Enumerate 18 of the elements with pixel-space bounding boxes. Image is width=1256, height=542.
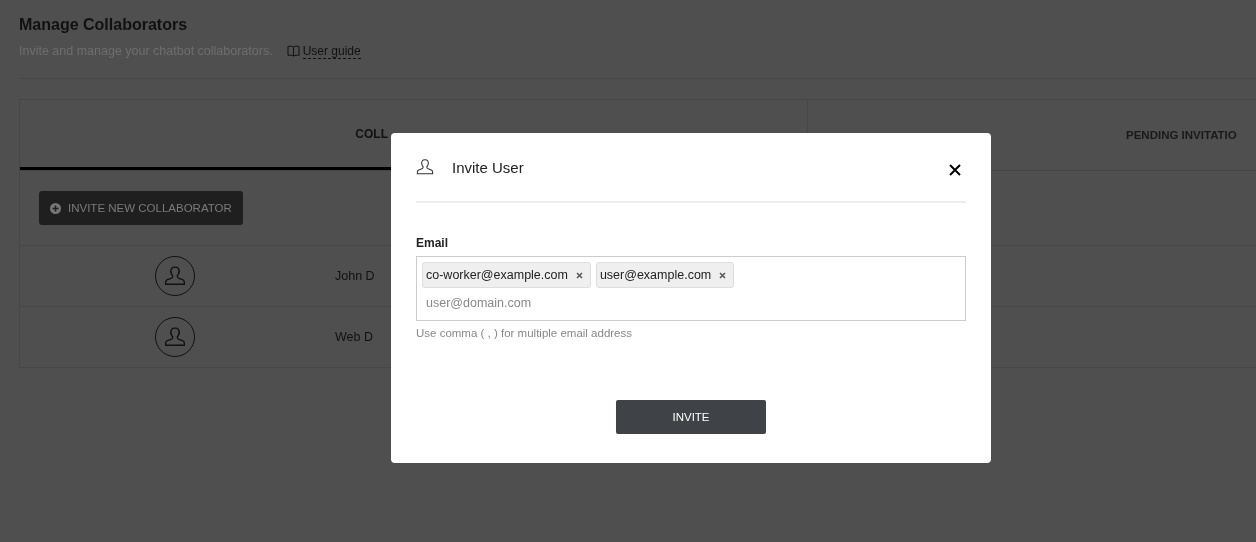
plus-circle-icon	[50, 202, 61, 214]
invite-new-collaborator-button[interactable]: INVITE NEW COLLABORATOR	[39, 191, 243, 225]
help-text: Use comma ( , ) for multiple email address	[416, 327, 633, 339]
invite-button[interactable]: INVITE	[616, 400, 766, 434]
email-address: user@example.com	[599, 268, 712, 282]
email-address: co-worker@example.com	[426, 268, 568, 282]
dialog-title: Invite User	[452, 158, 525, 176]
remove-icon[interactable]	[575, 271, 583, 279]
book-icon	[286, 45, 300, 57]
collaborator-name: John D	[335, 269, 375, 283]
user-icon	[416, 158, 434, 176]
collaborator-name: Web D	[335, 330, 373, 344]
close-icon[interactable]	[948, 163, 962, 177]
user-guide-link[interactable]: User guide	[302, 43, 361, 59]
page-title: Manage Collaborators	[19, 16, 188, 34]
email-field[interactable]: co-worker@example.com user@example.com user@domain.com	[416, 256, 966, 321]
remove-icon[interactable]	[719, 271, 727, 279]
email-label: Email	[416, 236, 449, 250]
